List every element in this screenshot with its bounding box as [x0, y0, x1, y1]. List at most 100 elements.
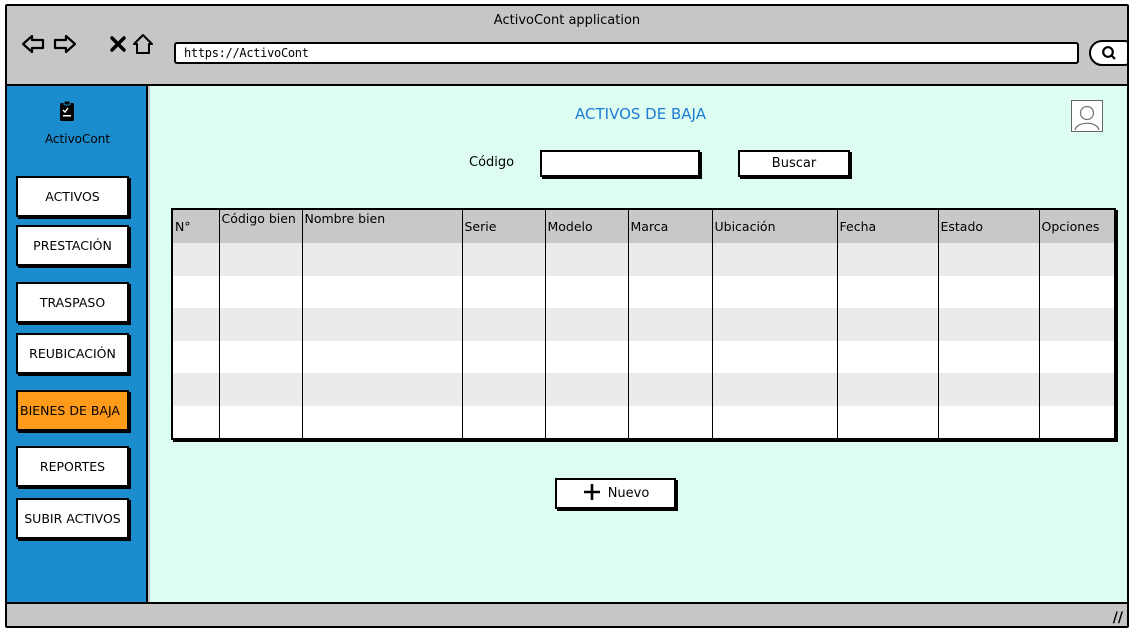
browser-search-box[interactable]: [1089, 40, 1127, 66]
table-row[interactable]: [173, 308, 1114, 341]
table-cell: [545, 243, 629, 276]
table-row[interactable]: [173, 373, 1114, 406]
table-cell: [173, 340, 220, 373]
table-cell: [219, 275, 303, 308]
table-cell: [712, 243, 838, 276]
sidebar-item-subir-activos[interactable]: SUBIR ACTIVOS: [16, 498, 129, 539]
table-cell: [1039, 275, 1114, 308]
table-row[interactable]: [173, 405, 1114, 438]
table-cell: [219, 308, 303, 341]
table-cell: [837, 405, 939, 438]
table-cell: [545, 405, 629, 438]
table-cell: [545, 308, 629, 341]
sidebar-item-reubicacion[interactable]: REUBICACIÓN: [16, 333, 129, 374]
table-row[interactable]: [173, 243, 1114, 276]
table-cell: [712, 405, 838, 438]
table-cell: [462, 405, 546, 438]
table-cell: [938, 243, 1040, 276]
codigo-label: Código: [469, 155, 515, 170]
table-cell: [173, 373, 220, 406]
column-header[interactable]: Serie: [462, 210, 546, 243]
sidebar-item-reportes[interactable]: REPORTES: [16, 446, 129, 487]
sidebar-item-activos[interactable]: ACTIVOS: [16, 176, 129, 217]
sidebar-item-bienes-de-baja[interactable]: BIENES DE BAJA: [16, 390, 129, 431]
url-bar[interactable]: https://ActivoCont: [174, 42, 1079, 64]
column-header[interactable]: Nombre bien: [302, 210, 463, 243]
table-cell: [462, 243, 546, 276]
table-cell: [462, 340, 546, 373]
column-header[interactable]: Opciones: [1039, 210, 1114, 243]
table-cell: [1039, 243, 1114, 276]
sidebar-item-prestacion[interactable]: PRESTACIÓN: [16, 225, 129, 266]
close-x-icon[interactable]: [106, 32, 130, 56]
search-icon: [1101, 45, 1117, 65]
avatar[interactable]: [1071, 100, 1103, 132]
table-cell: [938, 340, 1040, 373]
title-bar: ActivoCont application https://ActivoCon…: [7, 6, 1127, 86]
status-bar: //: [7, 602, 1127, 626]
table-cell: [712, 340, 838, 373]
codigo-input[interactable]: [540, 150, 700, 177]
table-row[interactable]: [173, 275, 1114, 308]
table-cell: [302, 308, 463, 341]
table-cell: [628, 243, 713, 276]
buscar-button[interactable]: Buscar: [738, 150, 850, 177]
table-cell: [628, 340, 713, 373]
table-cell: [1039, 405, 1114, 438]
table-cell: [545, 340, 629, 373]
table-cell: [219, 405, 303, 438]
column-header[interactable]: Marca: [628, 210, 713, 243]
sidebar: ActivoCont ACTIVOS PRESTACIÓN TRASPASO R…: [7, 86, 148, 602]
sidebar-item-traspaso[interactable]: TRASPASO: [16, 282, 129, 323]
table-cell: [628, 373, 713, 406]
table-cell: [302, 340, 463, 373]
table-cell: [173, 275, 220, 308]
clipboard-icon: [59, 100, 75, 126]
table-cell: [938, 373, 1040, 406]
table-cell: [1039, 340, 1114, 373]
table-cell: [219, 243, 303, 276]
table-cell: [462, 275, 546, 308]
column-header[interactable]: N°: [173, 210, 220, 243]
table-cell: [628, 308, 713, 341]
resize-grip-icon[interactable]: //: [1113, 610, 1123, 626]
table-cell: [628, 405, 713, 438]
page-title: ACTIVOS DE BAJA: [575, 105, 706, 123]
home-icon[interactable]: [131, 32, 155, 56]
table-cell: [219, 373, 303, 406]
main-content: ACTIVOS DE BAJA Código Buscar N° Código …: [150, 86, 1127, 602]
column-header[interactable]: Fecha: [837, 210, 939, 243]
forward-arrow-icon[interactable]: [53, 32, 77, 56]
table-cell: [545, 373, 629, 406]
table-cell: [837, 308, 939, 341]
plus-icon: [582, 482, 602, 506]
avatar-icon: [1074, 105, 1100, 131]
column-header[interactable]: Estado: [938, 210, 1040, 243]
nuevo-button[interactable]: Nuevo: [555, 478, 676, 509]
table-cell: [545, 275, 629, 308]
window-title: ActivoCont application: [493, 13, 641, 28]
table-cell: [938, 405, 1040, 438]
column-header[interactable]: Modelo: [545, 210, 629, 243]
table-cell: [302, 243, 463, 276]
table-cell: [628, 275, 713, 308]
table-cell: [712, 308, 838, 341]
table-cell: [219, 340, 303, 373]
table-cell: [837, 340, 939, 373]
table-cell: [173, 308, 220, 341]
table-cell: [302, 373, 463, 406]
table-cell: [712, 373, 838, 406]
table-cell: [837, 373, 939, 406]
column-header[interactable]: Ubicación: [712, 210, 838, 243]
table-cell: [837, 275, 939, 308]
table-cell: [173, 243, 220, 276]
table-cell: [302, 275, 463, 308]
table-row[interactable]: [173, 340, 1114, 373]
back-arrow-icon[interactable]: [21, 32, 45, 56]
table-cell: [837, 243, 939, 276]
column-header[interactable]: Código bien: [219, 210, 303, 243]
table-cell: [712, 275, 838, 308]
nuevo-button-label: Nuevo: [607, 486, 650, 501]
table-cell: [173, 405, 220, 438]
assets-table: N° Código bien Nombre bien Serie Modelo …: [171, 208, 1116, 440]
